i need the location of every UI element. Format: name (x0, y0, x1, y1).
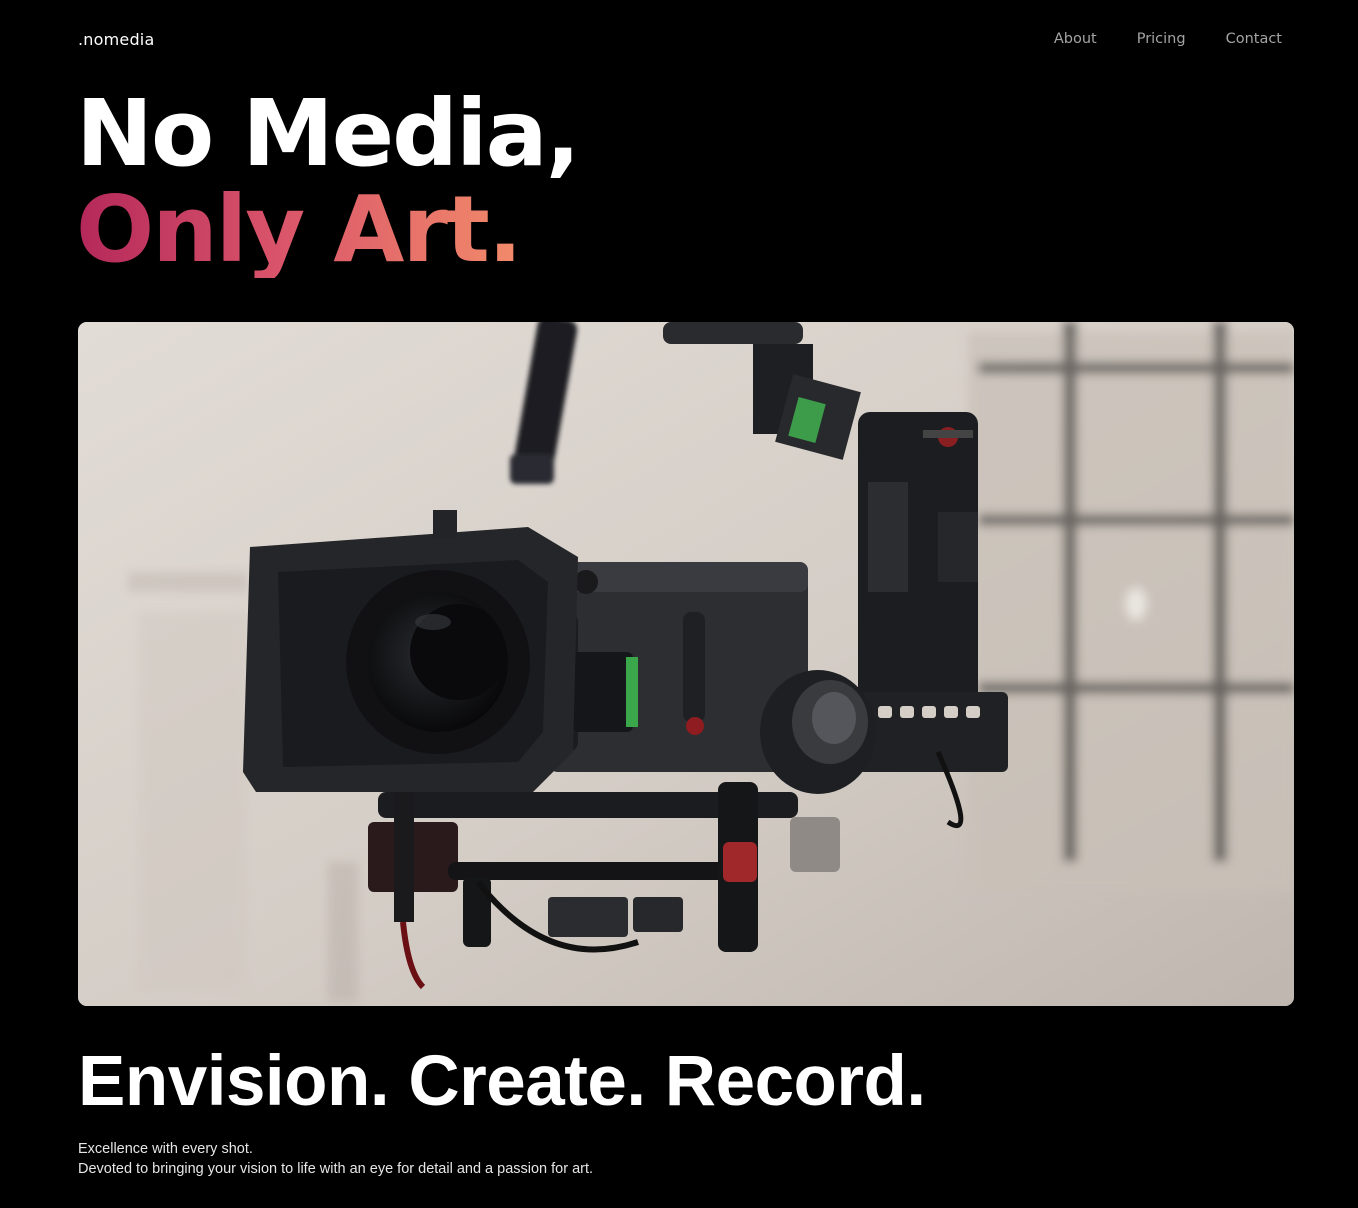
site-logo[interactable]: .nomedia (78, 30, 154, 49)
headline-line-1: No Media, (76, 80, 581, 187)
nav-link-pricing[interactable]: Pricing (1137, 31, 1186, 47)
nav-link-contact[interactable]: Contact (1226, 31, 1282, 47)
section-description: Excellence with every shot. Devoted to b… (78, 1139, 593, 1179)
nav-links: About Pricing Contact (1054, 31, 1282, 47)
nav-link-about[interactable]: About (1054, 31, 1097, 47)
camera-rig-illustration (78, 322, 1294, 1006)
top-nav: .nomedia About Pricing Contact (78, 26, 1282, 52)
hero-headline: No Media, Only Art. (76, 80, 581, 283)
description-line-2: Devoted to bringing your vision to life … (78, 1161, 594, 1177)
hero-image (78, 322, 1294, 1006)
description-line-1: Excellence with every shot. (78, 1141, 253, 1157)
section-tagline: Envision. Create. Record. (78, 1042, 926, 1121)
headline-line-2-gradient: Only Art. (76, 176, 523, 283)
